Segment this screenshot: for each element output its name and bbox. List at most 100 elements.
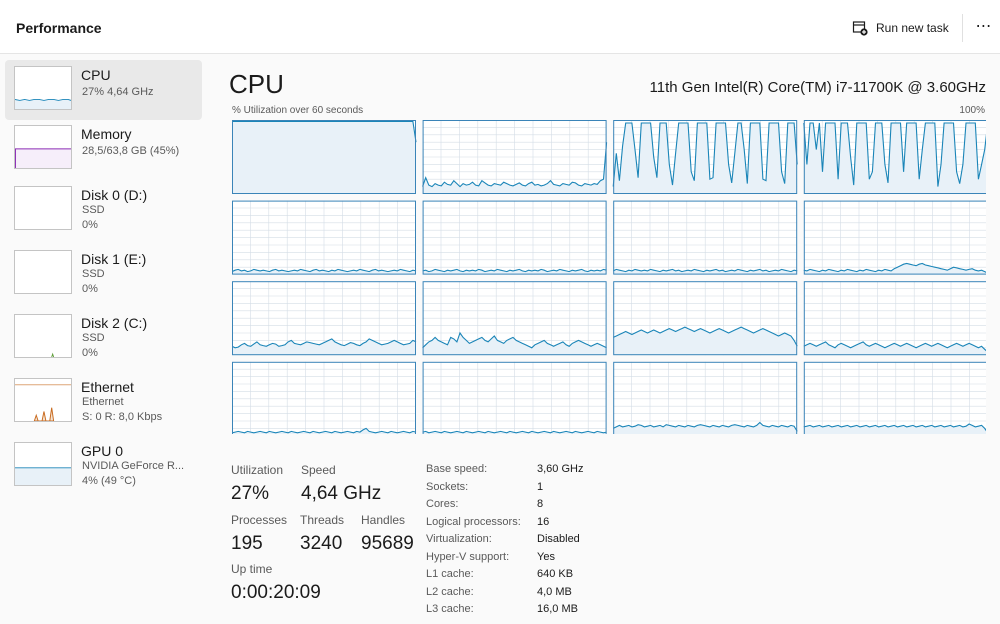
sidebar-item-usage: 0% xyxy=(82,283,98,295)
sidebar-item-gpu-0[interactable]: GPU 0 NVIDIA GeForce R... 4% (49 °C) xyxy=(5,436,202,496)
uptime-value: 0:00:20:09 xyxy=(231,582,321,603)
utilization-graph-label: % Utilization over 60 seconds xyxy=(232,105,364,116)
spec-value: 16,0 MB xyxy=(537,603,578,615)
spec-key: Cores: xyxy=(426,498,459,510)
spec-value: Yes xyxy=(537,550,555,563)
spec-row-sockets: Sockets: 1 xyxy=(426,481,686,498)
logical-processor-graph xyxy=(612,361,798,434)
memory-thumbnail-graph xyxy=(14,125,72,169)
sidebar-item-type: SSD xyxy=(82,268,105,280)
utilization-label: Utilization xyxy=(231,463,284,477)
sidebar-item-usage: 0% xyxy=(82,347,98,359)
sidebar-item-throughput: S: 0 R: 8,0 Kbps xyxy=(82,411,163,423)
sidebar-item-usage: 4% (49 °C) xyxy=(82,475,136,487)
utilization-value: 27% xyxy=(231,483,270,504)
run-new-task-button[interactable]: Run new task xyxy=(852,15,949,41)
sidebar-item-type: SSD xyxy=(82,204,105,216)
spec-value: 4,0 MB xyxy=(537,585,572,598)
spec-row-l1-cache: L1 cache: 640 KB xyxy=(426,568,686,585)
disk-2-thumbnail-graph xyxy=(14,314,72,358)
sidebar-item-memory[interactable]: Memory 28,5/63,8 GB (45%) xyxy=(5,119,202,179)
logical-processor-graph xyxy=(803,281,986,356)
spec-row-l3-cache: L3 cache: 16,0 MB xyxy=(426,603,686,620)
page-title: Performance xyxy=(16,20,102,36)
spec-row-logical-processors: Logical processors: 16 xyxy=(426,516,686,533)
sidebar-item-detail: 28,5/63,8 GB (45%) xyxy=(82,145,180,157)
sidebar: CPU 27% 4,64 GHz Memory 28,5/63,8 GB (45… xyxy=(0,55,208,624)
sidebar-item-label: Disk 0 (D:) xyxy=(81,187,148,203)
spec-key: L2 cache: xyxy=(426,585,474,598)
disk-0-thumbnail-graph xyxy=(14,186,72,230)
sidebar-item-label: Ethernet xyxy=(81,379,134,395)
cpu-model-name: 11th Gen Intel(R) Core(TM) i7-11700K @ 3… xyxy=(649,79,986,96)
run-new-task-label: Run new task xyxy=(876,21,949,35)
top-bar: Performance Run new task ⋯ xyxy=(0,0,1000,54)
logical-processor-graph xyxy=(612,281,798,356)
sidebar-item-label: GPU 0 xyxy=(81,443,124,459)
sidebar-item-label: CPU xyxy=(81,67,111,83)
logical-processor-graph xyxy=(232,281,417,356)
sidebar-item-type: Ethernet xyxy=(82,396,124,408)
sidebar-item-disk-2[interactable]: Disk 2 (C:) SSD 0% xyxy=(5,308,202,368)
utilization-area xyxy=(232,121,416,194)
logical-processor-graph xyxy=(422,200,607,275)
spec-value: 640 KB xyxy=(537,568,574,580)
sidebar-item-type: SSD xyxy=(82,332,105,344)
logical-processor-graph xyxy=(422,120,608,194)
toolbar-divider xyxy=(962,14,963,42)
spec-value: 16 xyxy=(537,515,550,528)
spec-key: Logical processors: xyxy=(426,515,521,528)
spec-row-hyper-v: Hyper-V support: Yes xyxy=(426,551,686,568)
logical-processor-graph xyxy=(803,120,986,194)
spec-key: Virtualization: xyxy=(426,533,492,545)
spec-value: 3,60 GHz xyxy=(537,463,584,475)
spec-row-base-speed: Base speed: 3,60 GHz xyxy=(426,463,686,480)
ethernet-thumbnail-graph xyxy=(14,378,72,422)
spec-key: Hyper-V support: xyxy=(426,550,510,563)
gpu-0-thumbnail-graph xyxy=(14,442,72,486)
sidebar-item-label: Disk 2 (C:) xyxy=(81,315,148,331)
spec-key: L3 cache: xyxy=(426,603,474,615)
sidebar-item-label: Memory xyxy=(81,126,132,142)
processes-value: 195 xyxy=(231,533,263,554)
speed-label: Speed xyxy=(301,463,336,477)
logical-processor-graph xyxy=(803,200,986,275)
threads-label: Threads xyxy=(300,513,345,527)
utilization-max-label: 100% xyxy=(959,105,985,116)
sidebar-item-type: NVIDIA GeForce R... xyxy=(82,460,185,472)
more-options-button[interactable]: ⋯ xyxy=(972,16,996,40)
disk-1-thumbnail-graph xyxy=(14,250,72,294)
logical-processor-graph xyxy=(612,200,798,275)
cpu-thumbnail-graph xyxy=(14,66,72,110)
cpu-detail-panel: CPU 11th Gen Intel(R) Core(TM) i7-11700K… xyxy=(215,55,1000,624)
sidebar-item-detail: 27% 4,64 GHz xyxy=(82,86,154,98)
spec-value: 1 xyxy=(537,480,544,493)
spec-value: Disabled xyxy=(537,533,580,545)
sidebar-item-ethernet[interactable]: Ethernet Ethernet S: 0 R: 8,0 Kbps xyxy=(5,372,202,432)
spec-row-virtualization: Virtualization: Disabled xyxy=(426,533,686,550)
spec-key: L1 cache: xyxy=(426,568,474,580)
logical-processor-graph xyxy=(803,361,986,434)
uptime-label: Up time xyxy=(231,562,273,576)
handles-value: 95689 xyxy=(361,533,414,554)
logical-processor-graph xyxy=(422,361,607,434)
logical-processor-graphs xyxy=(232,120,986,434)
logical-processor-graph xyxy=(232,120,417,194)
sidebar-item-label: Disk 1 (E:) xyxy=(81,251,147,267)
speed-value: 4,64 GHz xyxy=(301,483,382,504)
spec-key: Base speed: xyxy=(426,463,488,475)
run-new-task-icon xyxy=(852,21,868,36)
threads-value: 3240 xyxy=(300,533,343,554)
sidebar-item-disk-1[interactable]: Disk 1 (E:) SSD 0% xyxy=(5,244,202,304)
handles-label: Handles xyxy=(361,513,406,527)
spec-key: Sockets: xyxy=(426,480,469,493)
logical-processor-graph xyxy=(232,361,417,434)
logical-processor-graph xyxy=(422,281,607,356)
cpu-heading: CPU xyxy=(229,69,284,99)
sidebar-item-cpu[interactable]: CPU 27% 4,64 GHz xyxy=(5,60,202,120)
spec-row-l2-cache: L2 cache: 4,0 MB xyxy=(426,586,686,603)
logical-processor-graph xyxy=(232,200,417,275)
sidebar-item-disk-0[interactable]: Disk 0 (D:) SSD 0% xyxy=(5,180,202,240)
spec-value: 8 xyxy=(537,498,544,510)
logical-processor-graph xyxy=(612,120,798,194)
